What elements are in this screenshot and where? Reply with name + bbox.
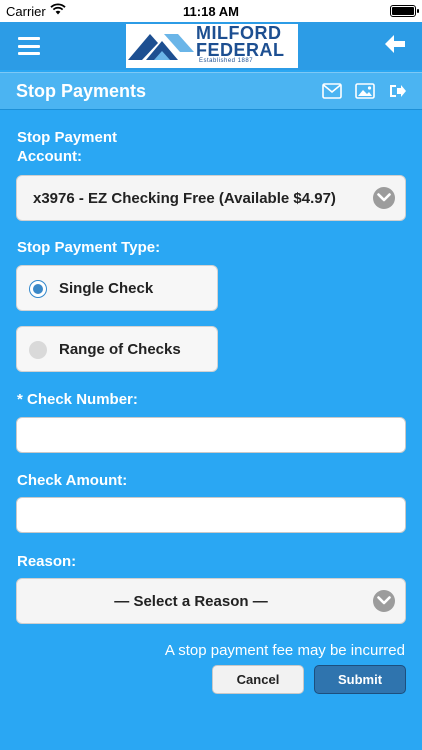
app-header: MILFORD FEDERAL Established 1887: [0, 22, 422, 70]
status-bar: Carrier 11:18 AM: [0, 0, 422, 22]
chevron-down-icon: [373, 187, 395, 209]
reason-label: Reason:: [17, 553, 77, 570]
check-amount-input[interactable]: [16, 497, 406, 533]
check-amount-label: Check Amount:: [17, 472, 128, 489]
mail-icon[interactable]: [322, 83, 342, 104]
battery-icon: [390, 5, 419, 17]
clock-time: 11:18 AM: [183, 4, 239, 19]
radio-single-check-label: Single Check: [59, 280, 154, 297]
account-select[interactable]: x3976 - EZ Checking Free (Available $4.9…: [16, 175, 406, 221]
radio-range-of-checks[interactable]: Range of Checks: [16, 326, 218, 372]
menu-icon[interactable]: [18, 37, 40, 55]
account-label: Stop Payment Account:: [17, 129, 118, 165]
logo-text: MILFORD FEDERAL: [196, 23, 285, 60]
radio-range-of-checks-label: Range of Checks: [59, 341, 181, 358]
reason-select-value: — Select a Reason —: [114, 593, 268, 610]
logout-icon[interactable]: [389, 83, 407, 104]
bank-logo: MILFORD FEDERAL Established 1887: [126, 24, 298, 68]
account-select-value: x3976 - EZ Checking Free (Available $4.9…: [33, 190, 336, 207]
cancel-button[interactable]: Cancel: [212, 665, 304, 694]
back-arrow-icon[interactable]: [384, 34, 406, 59]
image-icon[interactable]: [355, 83, 375, 104]
logo-mountain-icon: [128, 34, 194, 60]
reason-select[interactable]: — Select a Reason —: [16, 578, 406, 624]
check-number-input[interactable]: [16, 417, 406, 453]
type-label: Stop Payment Type:: [17, 239, 161, 256]
chevron-down-icon: [373, 590, 395, 612]
logo-established: Established 1887: [199, 58, 254, 64]
title-bar: Stop Payments: [0, 72, 422, 110]
check-number-label: * Check Number:: [17, 391, 138, 408]
radio-unselected-icon: [29, 341, 47, 359]
submit-button[interactable]: Submit: [314, 665, 406, 694]
radio-selected-icon: [29, 280, 47, 298]
page-title: Stop Payments: [16, 81, 147, 101]
radio-single-check[interactable]: Single Check: [16, 265, 218, 311]
fee-note: A stop payment fee may be incurred: [164, 642, 405, 659]
